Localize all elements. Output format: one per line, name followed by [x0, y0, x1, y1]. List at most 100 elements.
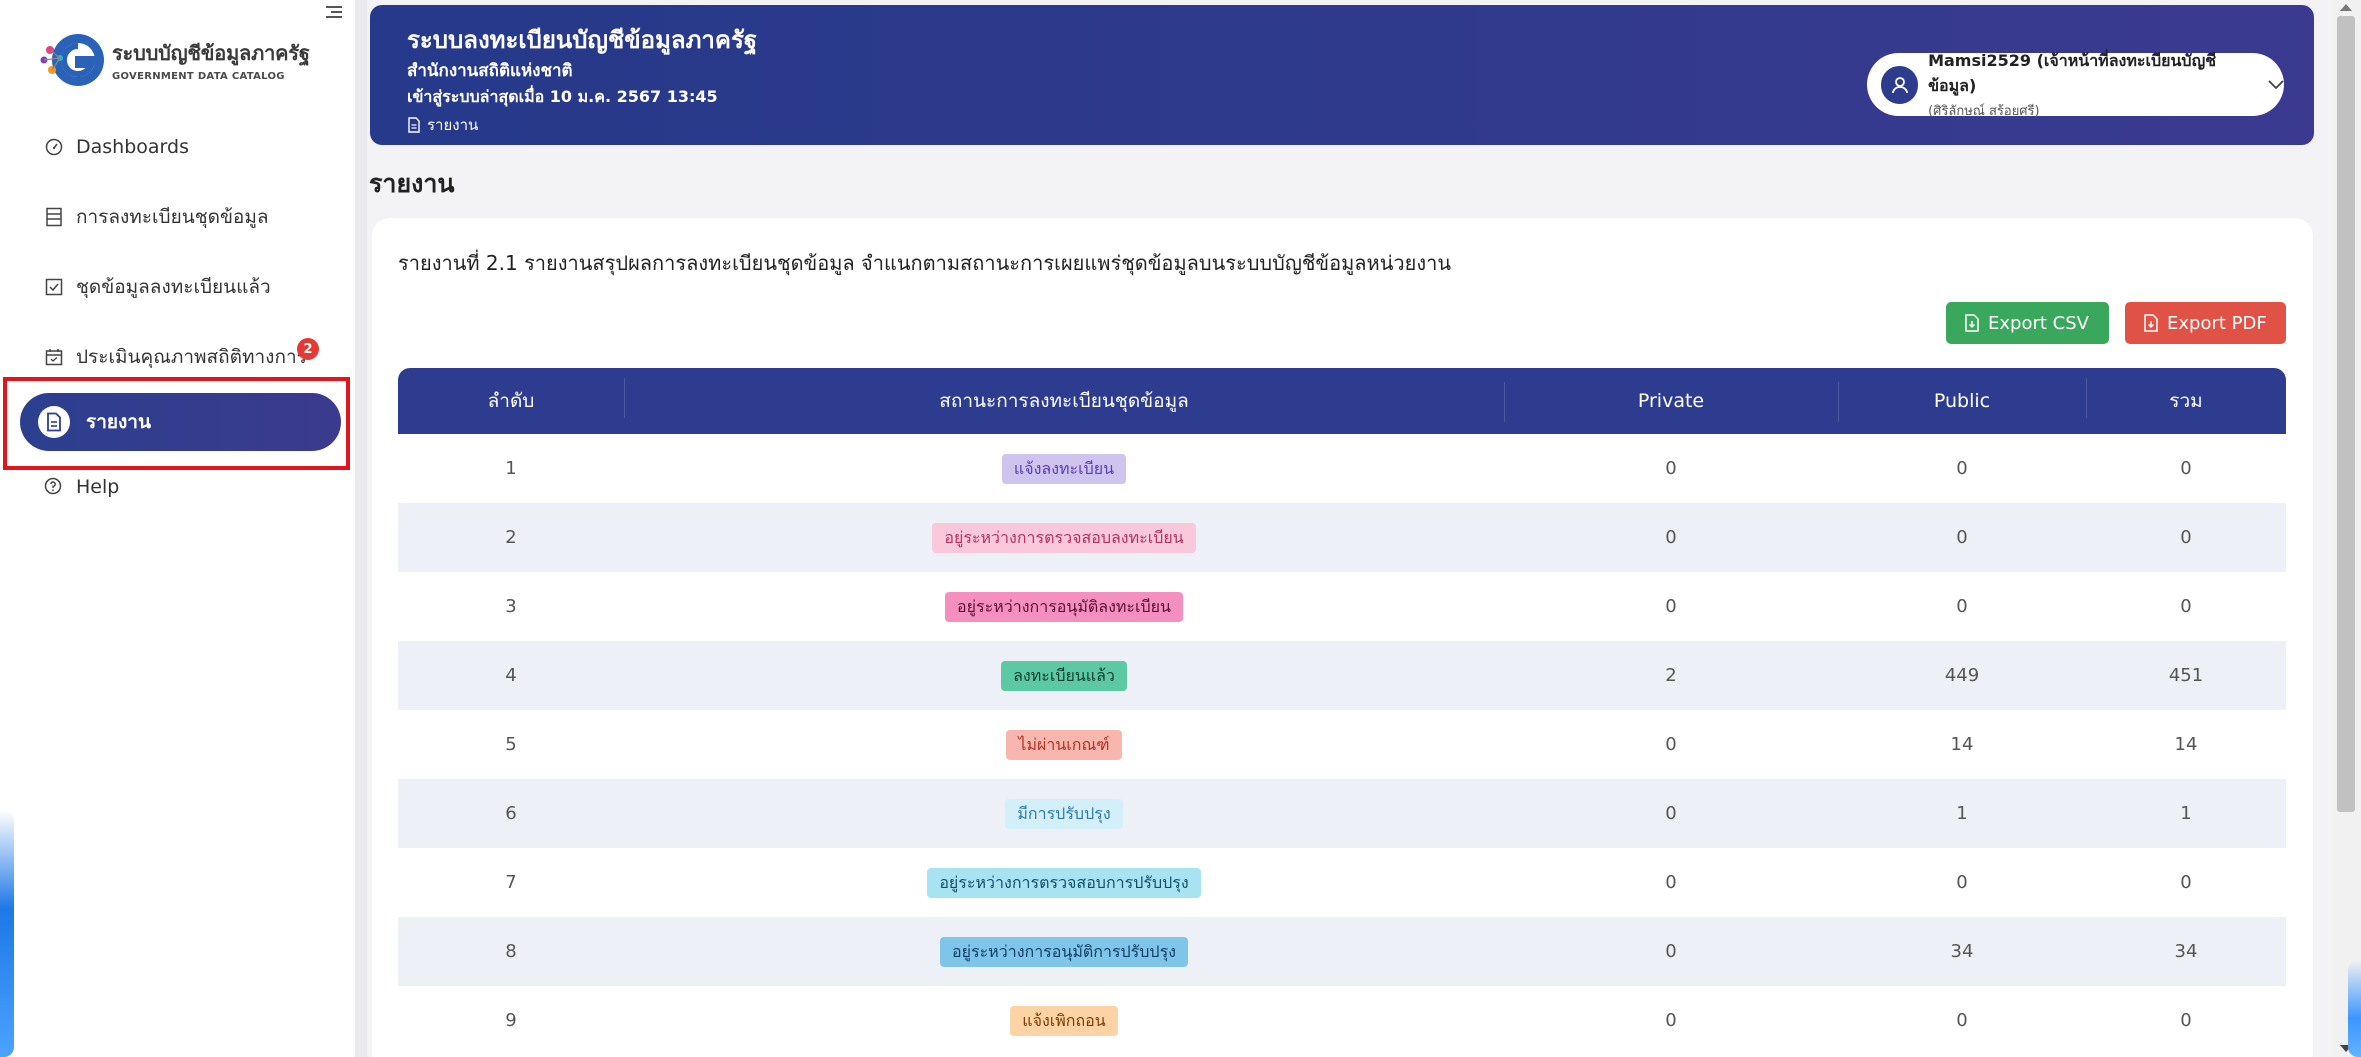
private-count: 0: [1665, 458, 1677, 479]
decorative-gradient: [2348, 960, 2361, 1057]
report-title: รายงานที่ 2.1 รายงานสรุปผลการลงทะเบียนชุ…: [398, 251, 1452, 275]
public-count: 449: [1944, 665, 1980, 686]
sidebar-item-dashboards[interactable]: Dashboards: [0, 112, 355, 182]
document-icon: [407, 117, 421, 133]
gdc-logo-icon: [38, 28, 108, 90]
sidebar-divider: [355, 0, 367, 1057]
brand[interactable]: ระบบบัญชีข้อมูลภาครัฐ GOVERNMENT DATA CA…: [38, 28, 310, 90]
checkbox-icon: [44, 277, 64, 297]
status-badge: อยู่ระหว่างการอนุมัติการปรับปรุง: [940, 936, 1188, 967]
export-pdf-label: Export PDF: [2167, 312, 2267, 334]
row-number: 6: [505, 803, 517, 824]
gauge-icon: [44, 137, 64, 157]
private-count: 0: [1665, 734, 1677, 755]
column-header: รวม: [2086, 378, 2286, 418]
help-circle-icon: [44, 477, 64, 497]
sidebar-item-label: ชุดข้อมูลลงทะเบียนแล้ว: [76, 276, 271, 298]
private-count: 0: [1665, 1010, 1677, 1031]
public-count: 0: [1956, 458, 1968, 479]
sidebar: ระบบบัญชีข้อมูลภาครัฐ GOVERNMENT DATA CA…: [0, 0, 367, 1057]
header-organization: สำนักงานสถิติแห่งชาติ: [407, 61, 573, 81]
header-title: ระบบลงทะเบียนบัญชีข้อมูลภาครัฐ: [407, 26, 758, 54]
total-count: 0: [2180, 527, 2192, 548]
status-badge: ไม่ผ่านเกณฑ์: [1006, 729, 1122, 760]
header-banner: ระบบลงทะเบียนบัญชีข้อมูลภาครัฐ สำนักงานส…: [370, 5, 2314, 145]
table-row: 3 อยู่ระหว่างการอนุมัติลงทะเบียน 0 0 0: [398, 572, 2286, 641]
breadcrumb[interactable]: รายงาน: [407, 113, 478, 137]
chevron-down-icon: [2268, 75, 2284, 94]
table-row: 9 แจ้งเพิกถอน 0 0 0: [398, 986, 2286, 1055]
public-count: 0: [1956, 872, 1968, 893]
total-count: 0: [2180, 596, 2192, 617]
public-count: 1: [1956, 803, 1968, 824]
total-count: 14: [2174, 734, 2198, 755]
sidebar-item-registered-datasets[interactable]: ชุดข้อมูลลงทะเบียนแล้ว: [0, 252, 355, 322]
status-cell: ไม่ผ่านเกณฑ์: [624, 729, 1504, 760]
public-count: 0: [1956, 527, 1968, 548]
public-count: 14: [1950, 734, 1974, 755]
page-title: รายงาน: [369, 169, 455, 198]
status-badge: อยู่ระหว่างการตรวจสอบการปรับปรุง: [927, 867, 1201, 898]
private-count: 2: [1665, 665, 1677, 686]
sidebar-item-report[interactable]: รายงาน: [20, 393, 341, 451]
export-pdf-button[interactable]: Export PDF: [2125, 302, 2286, 344]
total-count: 0: [2180, 458, 2192, 479]
row-number: 5: [505, 734, 517, 755]
status-cell: ลงทะเบียนแล้ว: [624, 660, 1504, 691]
sidebar-item-help[interactable]: Help: [44, 476, 119, 498]
total-count: 0: [2180, 872, 2192, 893]
status-cell: อยู่ระหว่างการอนุมัติการปรับปรุง: [624, 936, 1504, 967]
table-row: 8 อยู่ระหว่างการอนุมัติการปรับปรุง 0 34 34: [398, 917, 2286, 986]
brand-subtitle: GOVERNMENT DATA CATALOG: [112, 70, 285, 82]
private-count: 0: [1665, 872, 1677, 893]
total-count: 451: [2168, 665, 2204, 686]
brand-title: ระบบบัญชีข้อมูลภาครัฐ: [112, 40, 310, 65]
private-count: 0: [1665, 941, 1677, 962]
table-header: ลำดับ สถานะการลงทะเบียนชุดข้อมูล Private…: [398, 368, 2286, 434]
scrollbar-thumb[interactable]: [2337, 16, 2355, 812]
table-row: 2 อยู่ระหว่างการตรวจสอบลงทะเบียน 0 0 0: [398, 503, 2286, 572]
column-header: Public: [1838, 382, 2086, 422]
collapse-menu-icon[interactable]: [326, 6, 342, 20]
private-count: 0: [1665, 803, 1677, 824]
status-badge: อยู่ระหว่างการตรวจสอบลงทะเบียน: [932, 522, 1196, 553]
table-row: 1 แจ้งลงทะเบียน 0 0 0: [398, 434, 2286, 503]
status-cell: มีการปรับปรุง: [624, 798, 1504, 829]
status-cell: แจ้งลงทะเบียน: [624, 453, 1504, 484]
row-number: 8: [505, 941, 517, 962]
breadcrumb-label: รายงาน: [427, 116, 479, 134]
user-name: Mamsi2529 (เจ้าหน้าที่ลงทะเบียนบัญชีข้อม…: [1928, 50, 2217, 95]
scroll-up-icon[interactable]: [2340, 4, 2352, 11]
status-badge: มีการปรับปรุง: [1005, 798, 1123, 829]
row-number: 7: [505, 872, 517, 893]
sidebar-item-dataset-registration[interactable]: การลงทะเบียนชุดข้อมูล: [0, 182, 355, 252]
status-cell: อยู่ระหว่างการอนุมัติลงทะเบียน: [624, 591, 1504, 622]
table-row: 4 ลงทะเบียนแล้ว 2 449 451: [398, 641, 2286, 710]
sidebar-item-label: Dashboards: [76, 136, 189, 158]
status-badge: แจ้งลงทะเบียน: [1001, 453, 1127, 484]
row-number: 1: [505, 458, 517, 479]
table-body: 1 แจ้งลงทะเบียน 0 0 0 2 อยู่ระหว่างการตรวจสอบล…: [398, 434, 2286, 1055]
decorative-gradient: [0, 810, 14, 1057]
sidebar-item-label: ประเมินคุณภาพสถิติทางการ: [76, 346, 307, 368]
public-count: 0: [1956, 596, 1968, 617]
status-badge: อยู่ระหว่างการอนุมัติลงทะเบียน: [945, 591, 1183, 622]
file-export-icon: [1964, 314, 1980, 332]
sidebar-item-label: Help: [76, 476, 120, 498]
public-count: 0: [1956, 1010, 1968, 1031]
column-header: สถานะการลงทะเบียนชุดข้อมูล: [624, 378, 1504, 418]
table-row: 5 ไม่ผ่านเกณฑ์ 0 14 14: [398, 710, 2286, 779]
form-icon: [44, 207, 64, 227]
report-table: ลำดับ สถานะการลงทะเบียนชุดข้อมูล Private…: [398, 368, 2286, 1055]
export-csv-button[interactable]: Export CSV: [1946, 302, 2109, 344]
user-menu[interactable]: Mamsi2529 (เจ้าหน้าที่ลงทะเบียนบัญชีข้อม…: [1867, 51, 2284, 119]
calendar-check-icon: [44, 347, 64, 367]
status-badge: ลงทะเบียนแล้ว: [1001, 660, 1127, 691]
row-number: 9: [505, 1010, 517, 1031]
table-row: 7 อยู่ระหว่างการตรวจสอบการปรับปรุง 0 0 0: [398, 848, 2286, 917]
sidebar-item-label: รายงาน: [86, 411, 151, 433]
total-count: 1: [2180, 803, 2192, 824]
row-number: 3: [505, 596, 517, 617]
user-avatar-icon: [1881, 65, 1919, 104]
export-csv-label: Export CSV: [1988, 312, 2089, 334]
